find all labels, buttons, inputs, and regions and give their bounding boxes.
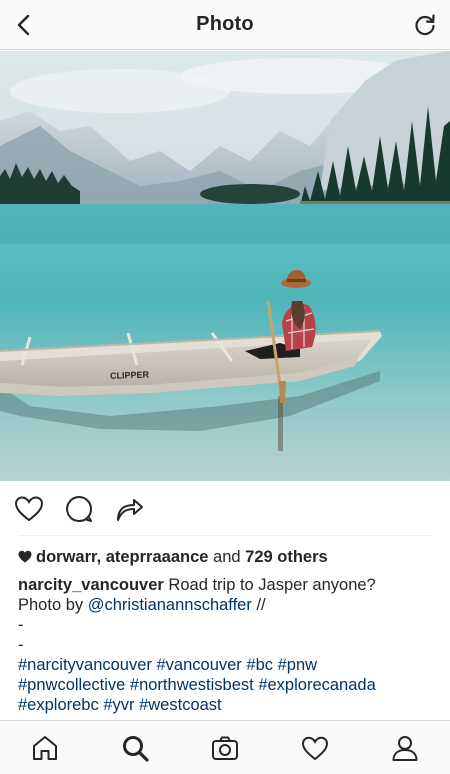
page-title: Photo bbox=[196, 13, 254, 35]
top-bar: Photo bbox=[0, 0, 450, 50]
caption-credit-prefix: Photo by bbox=[18, 596, 84, 614]
share-icon[interactable] bbox=[112, 492, 146, 526]
search-icon[interactable] bbox=[120, 733, 150, 763]
hashtag[interactable]: #northwestisbest bbox=[130, 676, 254, 694]
hashtag[interactable]: #westcoast bbox=[139, 696, 222, 714]
likes-line: dorwarr, ateprraaance and 729 others bbox=[18, 547, 438, 567]
hashtag[interactable]: #pnw bbox=[278, 656, 317, 674]
caption-text: Road trip to Jasper anyone? bbox=[168, 576, 376, 594]
canoe-lake-photo: CLIPPER bbox=[0, 51, 450, 481]
heart-icon[interactable] bbox=[12, 492, 46, 526]
hashtag[interactable]: #explorebc bbox=[18, 696, 99, 714]
likes-connector: and bbox=[213, 548, 241, 566]
svg-text:CLIPPER: CLIPPER bbox=[110, 369, 150, 380]
back-chevron-icon[interactable] bbox=[12, 12, 38, 38]
refresh-icon[interactable] bbox=[412, 12, 438, 38]
liker-username[interactable]: dorwarr bbox=[36, 548, 97, 566]
hashtag[interactable]: #explorecanada bbox=[258, 676, 375, 694]
actions-divider bbox=[18, 535, 432, 536]
hashtag[interactable]: #pnwcollective bbox=[18, 676, 125, 694]
likes-others[interactable]: 729 others bbox=[245, 548, 328, 566]
caption-dash: - bbox=[18, 636, 24, 654]
post-photo[interactable]: CLIPPER bbox=[0, 51, 450, 481]
activity-heart-icon[interactable] bbox=[300, 733, 330, 763]
liker-username[interactable]: ateprraaance bbox=[106, 548, 209, 566]
home-icon[interactable] bbox=[30, 733, 60, 763]
likes-heart-icon bbox=[18, 550, 32, 563]
post-actions bbox=[0, 486, 450, 532]
bottom-nav bbox=[0, 720, 450, 774]
hashtag[interactable]: #narcityvancouver bbox=[18, 656, 152, 674]
caption-mention[interactable]: @christianannschaffer bbox=[88, 596, 252, 614]
hashtag[interactable]: #bc bbox=[246, 656, 273, 674]
caption-credit-suffix: // bbox=[256, 596, 266, 614]
caption-dash: - bbox=[18, 616, 24, 634]
hashtag[interactable]: #vancouver bbox=[157, 656, 242, 674]
camera-icon[interactable] bbox=[210, 733, 240, 763]
caption: narcity_vancouver Road trip to Jasper an… bbox=[18, 575, 438, 715]
hashtag[interactable]: #yvr bbox=[103, 696, 134, 714]
profile-icon[interactable] bbox=[390, 733, 420, 763]
comment-icon[interactable] bbox=[62, 492, 96, 526]
caption-username[interactable]: narcity_vancouver bbox=[18, 576, 164, 594]
